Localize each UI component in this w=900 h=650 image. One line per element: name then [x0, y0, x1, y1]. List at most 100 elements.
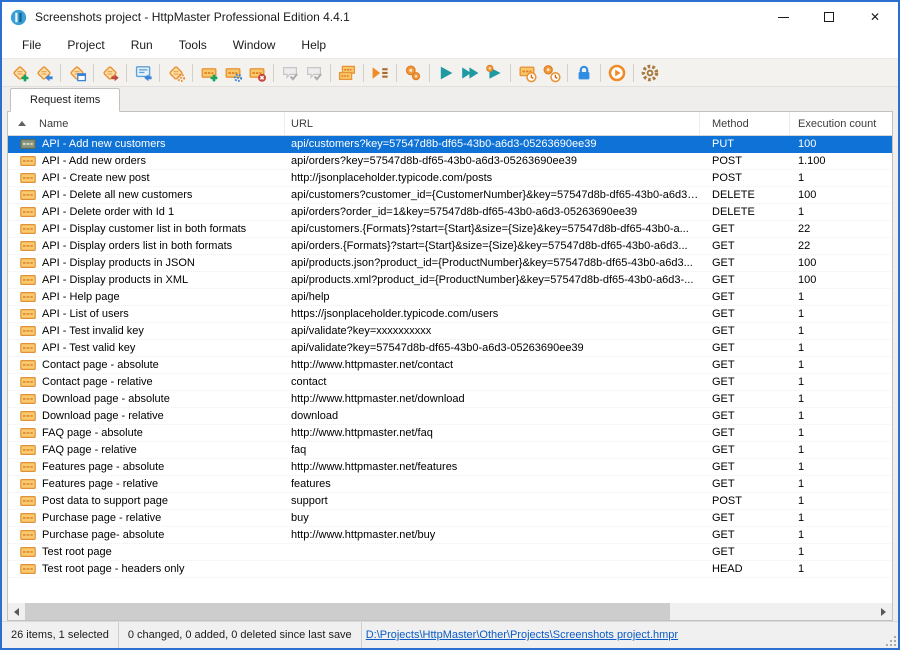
table-row[interactable]: API - Help pageapi/helpGET1	[8, 289, 892, 306]
menu-item-window[interactable]: Window	[220, 32, 289, 58]
execute-selected-items-button[interactable]	[482, 61, 506, 85]
execute-all-items-icon	[460, 63, 480, 83]
group-request-items-button[interactable]	[335, 61, 359, 85]
delete-request-item-button[interactable]	[245, 61, 269, 85]
execute-all-items-button[interactable]	[458, 61, 482, 85]
menu-item-tools[interactable]: Tools	[166, 32, 220, 58]
table-row[interactable]: API - Add new customersapi/customers?key…	[8, 136, 892, 153]
table-row[interactable]: Contact page - absolutehttp://www.httpma…	[8, 357, 892, 374]
table-row[interactable]: Test root pageGET1	[8, 544, 892, 561]
table-row[interactable]: API - Display products in XMLapi/product…	[8, 272, 892, 289]
menu-item-file[interactable]: File	[9, 32, 54, 58]
column-header-name[interactable]: Name	[8, 112, 285, 135]
scrollbar-thumb[interactable]	[25, 603, 670, 620]
toolbar-separator	[633, 64, 634, 82]
item-execution-history-button[interactable]	[515, 61, 539, 85]
request-item-icon	[8, 493, 42, 509]
tab-request-items[interactable]: Request items	[10, 88, 120, 112]
minimize-button[interactable]	[760, 2, 806, 32]
cell-name: API - Display customer list in both form…	[42, 223, 285, 235]
toolbar-separator	[93, 64, 94, 82]
table-row[interactable]: FAQ page - relativefaqGET1	[8, 442, 892, 459]
cell-method: GET	[700, 444, 790, 456]
table-row[interactable]: API - Delete all new customersapi/custom…	[8, 187, 892, 204]
parameter-history-button[interactable]	[539, 61, 563, 85]
scroll-right-button[interactable]	[875, 603, 892, 620]
parameter-values-button[interactable]	[401, 61, 425, 85]
table-row[interactable]: Test root page - headers onlyHEAD1	[8, 561, 892, 578]
export-request-item-button[interactable]	[98, 61, 122, 85]
project-file-link[interactable]: D:\Projects\HttpMaster\Other\Projects\Sc…	[366, 629, 678, 641]
security-settings-button[interactable]	[572, 61, 596, 85]
table-row[interactable]: API - Display products in JSONapi/produc…	[8, 255, 892, 272]
table-row[interactable]: API - Add new ordersapi/orders?key=57547…	[8, 153, 892, 170]
cell-execution-count: 100	[790, 274, 892, 286]
table-row[interactable]: Contact page - relativecontactGET1	[8, 374, 892, 391]
scroll-left-icon	[14, 608, 19, 616]
request-item-icon	[8, 408, 42, 424]
table-row[interactable]: API - List of usershttps://jsonplacehold…	[8, 306, 892, 323]
column-header-url[interactable]: URL	[285, 112, 700, 135]
close-button[interactable]: ✕	[852, 2, 898, 32]
cell-method: POST	[700, 172, 790, 184]
table-row[interactable]: Post data to support pagesupportPOST1	[8, 493, 892, 510]
cell-url: api/validate?key=57547d8b-df65-43b0-a6d3…	[285, 342, 700, 354]
scroll-left-button[interactable]	[8, 603, 25, 620]
request-chaining-button[interactable]	[131, 61, 155, 85]
menu-item-help[interactable]: Help	[288, 32, 339, 58]
cell-url: api/customers.{Formats}?start={Start}&si…	[285, 223, 700, 235]
table-row[interactable]: Download page - relativedownloadGET1	[8, 408, 892, 425]
validate-response-button[interactable]	[278, 61, 302, 85]
item-execution-history-icon	[517, 63, 537, 83]
table-row[interactable]: API - Delete order with Id 1api/orders?o…	[8, 204, 892, 221]
table-row[interactable]: API - Display orders list in both format…	[8, 238, 892, 255]
execution-queue-button[interactable]	[368, 61, 392, 85]
execute-item-button[interactable]	[434, 61, 458, 85]
cell-name: Purchase page - relative	[42, 512, 285, 524]
cell-method: GET	[700, 529, 790, 541]
table-row[interactable]: Purchase page - relativebuyGET1	[8, 510, 892, 527]
menu-item-run[interactable]: Run	[118, 32, 166, 58]
cell-name: API - Test invalid key	[42, 325, 285, 337]
column-header-method[interactable]: Method	[700, 112, 790, 135]
add-request-item-button[interactable]	[197, 61, 221, 85]
cell-name: Contact page - absolute	[42, 359, 285, 371]
app-logo-icon	[10, 9, 27, 26]
toolbar-separator	[126, 64, 127, 82]
table-row[interactable]: Features page - absolutehttp://www.httpm…	[8, 459, 892, 476]
new-request-item-button[interactable]	[8, 61, 32, 85]
menu-item-project[interactable]: Project	[54, 32, 117, 58]
cell-execution-count: 1	[790, 444, 892, 456]
cell-method: GET	[700, 325, 790, 337]
content-area: Name URL Method Execution count API - Ad…	[2, 111, 898, 621]
toolbar-separator	[429, 64, 430, 82]
request-item-data-button[interactable]	[65, 61, 89, 85]
application-options-button[interactable]	[638, 61, 662, 85]
project-properties-button[interactable]	[164, 61, 188, 85]
edit-request-item-button[interactable]	[221, 61, 245, 85]
table-row[interactable]: Purchase page- absolutehttp://www.httpma…	[8, 527, 892, 544]
table-row[interactable]: FAQ page - absolutehttp://www.httpmaster…	[8, 425, 892, 442]
validate-all-responses-button[interactable]	[302, 61, 326, 85]
maximize-button[interactable]	[806, 2, 852, 32]
request-item-icon	[8, 340, 42, 356]
cell-method: GET	[700, 410, 790, 422]
table-row[interactable]: API - Display customer list in both form…	[8, 221, 892, 238]
sort-ascending-icon	[18, 121, 26, 126]
horizontal-scrollbar[interactable]	[8, 603, 892, 620]
table-row[interactable]: Download page - absolutehttp://www.httpm…	[8, 391, 892, 408]
run-monitor-button[interactable]	[605, 61, 629, 85]
table-row[interactable]: Features page - relativefeaturesGET1	[8, 476, 892, 493]
cell-execution-count: 1	[790, 206, 892, 218]
table-row[interactable]: API - Test valid keyapi/validate?key=575…	[8, 340, 892, 357]
table-row[interactable]: API - Test invalid keyapi/validate?key=x…	[8, 323, 892, 340]
table-row[interactable]: API - Create new posthttp://jsonplacehol…	[8, 170, 892, 187]
validate-response-icon	[280, 63, 300, 83]
resize-grip-icon[interactable]	[884, 634, 896, 646]
column-label-execution-count: Execution count	[798, 118, 876, 130]
cell-method: GET	[700, 291, 790, 303]
import-request-item-button[interactable]	[32, 61, 56, 85]
column-header-execution-count[interactable]: Execution count	[790, 112, 892, 135]
maximize-icon	[824, 12, 834, 22]
cell-method: DELETE	[700, 206, 790, 218]
